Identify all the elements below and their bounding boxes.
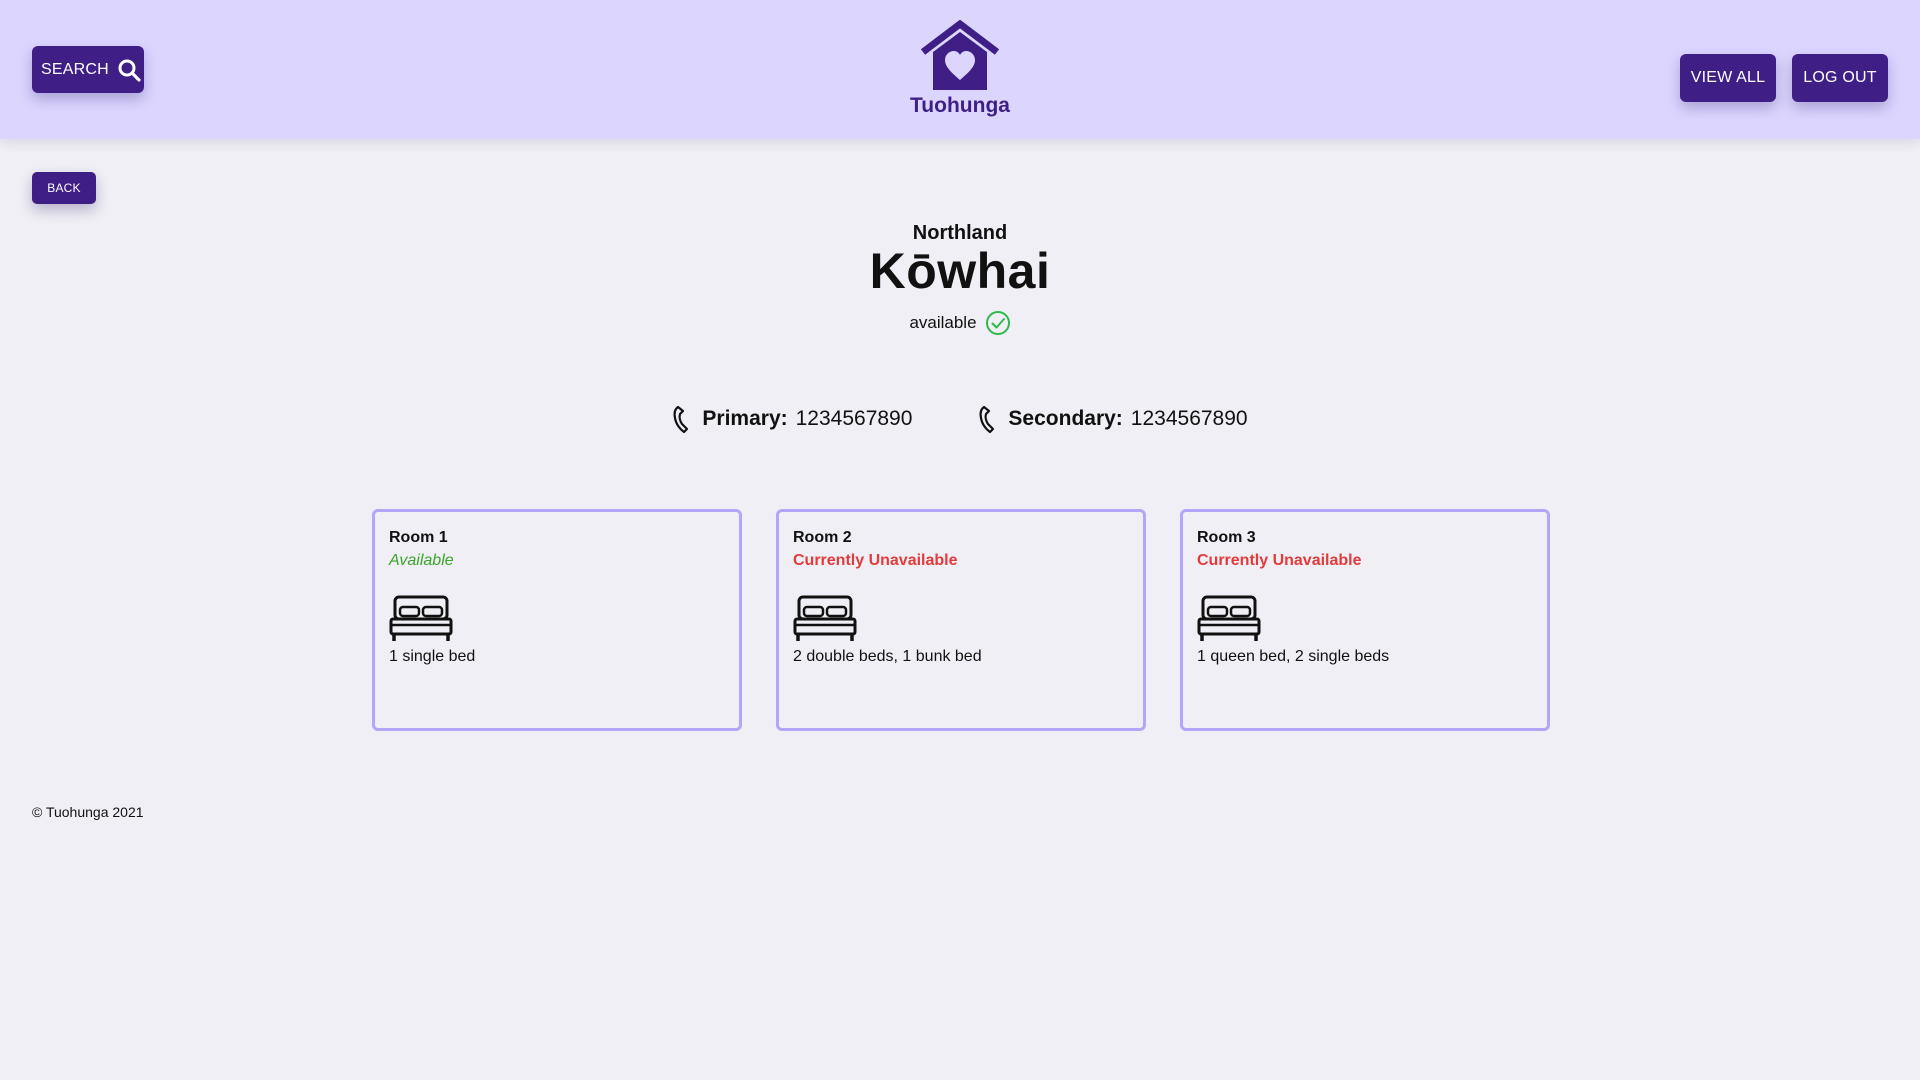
secondary-phone-label: Secondary: (1008, 407, 1123, 430)
footer-copyright: © Tuohunga 2021 (32, 804, 144, 820)
status-text: available (909, 313, 977, 332)
contact-phones: Primary: 1234567890 Secondary: 123456789… (560, 404, 1360, 434)
room-name: Room 3 (1197, 529, 1256, 546)
room-card[interactable]: Room 3 Currently Unavailable 1 queen bed… (1180, 509, 1550, 731)
search-button-label: SEARCH (41, 60, 109, 78)
room-card[interactable]: Room 1 Available 1 single bed (372, 509, 742, 731)
bed-icon (793, 595, 857, 641)
back-button[interactable]: BACK (32, 172, 96, 204)
room-name: Room 2 (793, 529, 852, 546)
room-availability: Available (389, 552, 454, 569)
logout-button[interactable]: LOG OUT (1792, 54, 1888, 102)
room-name: Room 1 (389, 529, 448, 546)
search-button[interactable]: SEARCH (32, 46, 144, 93)
brand-name: Tuohunga (910, 94, 1010, 117)
primary-phone-label: Primary: (702, 407, 788, 430)
room-card[interactable]: Room 2 Currently Unavailable 2 double be… (776, 509, 1146, 731)
bed-icon (389, 595, 453, 641)
primary-phone-value[interactable]: 1234567890 (796, 407, 913, 431)
room-beds: 1 queen bed, 2 single beds (1197, 648, 1390, 665)
room-list: Room 1 Available 1 single bed Room 2 Cur… (372, 509, 1550, 731)
view-all-button[interactable]: VIEW ALL (1680, 54, 1776, 102)
phone-icon (673, 405, 689, 434)
room-availability: Currently Unavailable (1197, 552, 1362, 569)
bed-icon (1197, 595, 1261, 641)
room-beds: 2 double beds, 1 bunk bed (793, 648, 982, 665)
phone-icon (979, 405, 995, 434)
availability-status: available (760, 310, 1160, 336)
top-header: SEARCH Tuohunga VIEW ALL LOG OUT (0, 0, 1920, 139)
primary-phone: Primary: 1234567890 (672, 404, 912, 434)
room-availability: Currently Unavailable (793, 552, 958, 569)
page-title: Kōwhai (869, 243, 1051, 299)
room-beds: 1 single bed (389, 648, 476, 665)
secondary-phone: Secondary: 1234567890 (978, 404, 1248, 434)
house-heart-logo (920, 20, 1000, 90)
secondary-phone-value[interactable]: 1234567890 (1131, 407, 1248, 431)
check-circle-icon (985, 311, 1010, 335)
brand-logo[interactable]: Tuohunga (900, 20, 1020, 118)
search-icon (118, 59, 141, 82)
